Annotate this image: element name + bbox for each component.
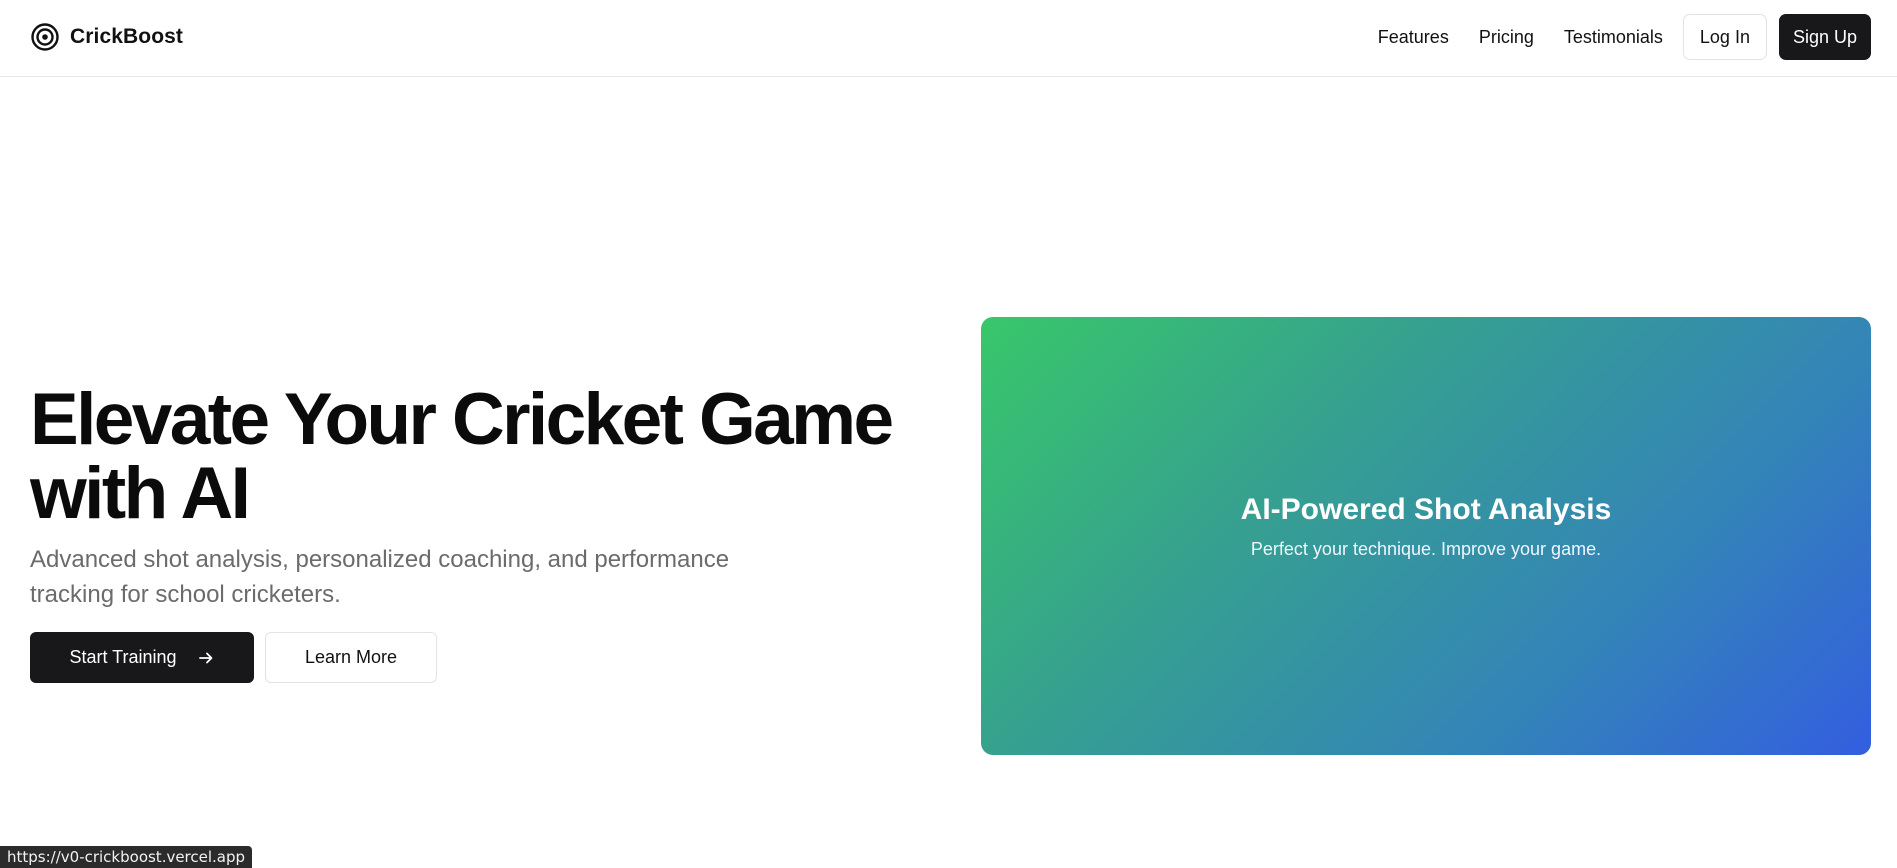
hero-title: Elevate Your Cricket Game with AI <box>30 383 930 531</box>
feature-card: AI-Powered Shot Analysis Perfect your te… <box>981 317 1871 755</box>
hero-section: Elevate Your Cricket Game with AI Advanc… <box>30 383 930 683</box>
start-training-button[interactable]: Start Training <box>30 632 254 683</box>
main-nav: Features Pricing Testimonials Log In Sig… <box>1378 14 1871 60</box>
target-icon <box>31 23 59 51</box>
nav-link-testimonials[interactable]: Testimonials <box>1564 27 1663 48</box>
learn-more-button[interactable]: Learn More <box>265 632 437 683</box>
hero-subtitle: Advanced shot analysis, personalized coa… <box>30 546 730 608</box>
signup-button[interactable]: Sign Up <box>1778 14 1871 60</box>
arrow-right-icon <box>198 652 212 663</box>
site-header: CrickBoost Features Pricing Testimonials… <box>0 0 1897 77</box>
brand-name: CrickBoost <box>70 25 184 48</box>
nav-link-pricing[interactable]: Pricing <box>1479 27 1534 48</box>
hero-title-line-2: with AI <box>30 453 251 534</box>
start-training-label: Start Training <box>69 647 177 667</box>
login-button[interactable]: Log In <box>1682 14 1767 60</box>
nav-link-features[interactable]: Features <box>1378 27 1449 48</box>
hero-cta-row: Start Training Learn More <box>30 632 930 683</box>
hero-title-line-1: Elevate Your Cricket Game <box>30 379 894 460</box>
link-preview-url: https://v0-crickboost.vercel.app <box>0 846 253 868</box>
brand-logo[interactable]: CrickBoost <box>30 22 183 52</box>
feature-card-title: AI-Powered Shot Analysis <box>1240 492 1612 526</box>
feature-card-subtitle: Perfect your technique. Improve your gam… <box>1250 538 1602 559</box>
